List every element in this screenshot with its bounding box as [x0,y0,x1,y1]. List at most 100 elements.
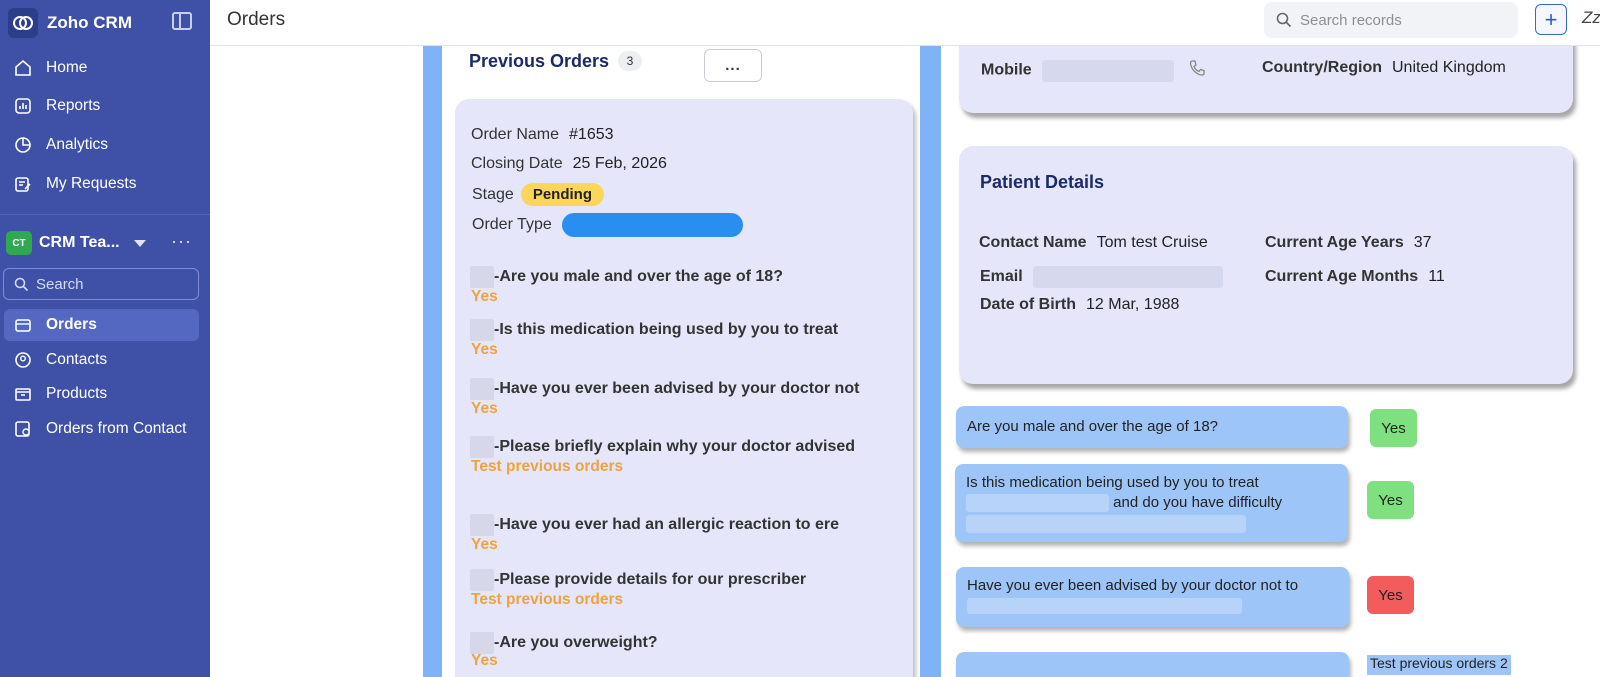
create-new-button[interactable]: + [1535,4,1567,35]
question-number-redacted [470,632,494,654]
sidebar-divider [0,214,210,215]
dob-label: Date of Birth [980,296,1076,313]
sidebar-collapse-icon[interactable] [172,12,192,30]
email-label: Email [980,268,1023,286]
closing-date-value: 25 Feb, 2026 [572,155,667,172]
age-years-value: 37 [1413,234,1432,251]
nav-item-label: My Requests [46,175,137,192]
main-content: Previous Orders 3 ... Order Name #1653 Cl… [210,46,1600,677]
sidebar-search-placeholder: Search [36,275,84,293]
order-type-badge [561,213,743,237]
contact-info-card: Mobile Country/Region United Kingdom [959,46,1573,113]
more-actions-button[interactable]: ... [704,49,762,82]
previous-orders-panel: Previous Orders 3 ... Order Name #1653 Cl… [442,46,920,677]
question-text: -Are you overweight? [494,634,658,652]
question-text: -Have you ever had an allergic reaction … [494,516,840,534]
search-records-input[interactable]: Search records [1264,2,1518,38]
page-title: Orders [227,9,286,30]
previous-orders-count: 3 [618,51,642,71]
answer-question-2-continuation: and do you have difficulty [1113,494,1283,511]
requests-icon [12,173,34,195]
nav-item-reports[interactable]: Reports [4,90,199,122]
orders-from-contact-icon [12,418,34,440]
question-text: -Have you ever been advised by your doct… [494,380,860,398]
closing-date-field: Closing Date 25 Feb, 2026 [471,155,667,173]
nav-item-home[interactable]: Home [4,52,199,84]
question-text: -Please briefly explain why your doctor … [494,438,856,456]
team-badge: CT [6,231,32,255]
mobile-field: Mobile [981,59,1206,82]
answer-question-2-line-1: Is this medication being used by you to … [966,474,1259,491]
phone-icon[interactable] [1188,59,1206,82]
nav-item-my-requests[interactable]: My Requests [4,168,199,200]
question-1: -Are you male and over the age of 18? [470,266,783,288]
email-field: Email [980,266,1223,288]
question-number-redacted [470,569,494,591]
details-column: Mobile Country/Region United Kingdom Pati… [941,46,1600,677]
brand[interactable]: Zoho CRM [8,8,132,38]
chevron-down-icon[interactable] [133,239,146,247]
question-2: -Is this medication being used by you to… [470,319,838,341]
age-years-field: Current Age Years 37 [1265,234,1432,252]
redacted-text [967,598,1242,615]
answer-question-3: Have you ever been advised by your docto… [956,567,1349,627]
answer-1: Yes [471,288,498,305]
mobile-label: Mobile [981,61,1032,79]
answer-question-3-line-1: Have you ever been advised by your docto… [967,577,1299,594]
question-number-redacted [470,266,494,288]
search-icon [14,277,29,291]
nav-item-label: Orders from Contact [46,420,187,437]
sidebar: Zoho CRM Home Reports Analytics My Reque… [0,0,210,677]
home-icon [12,57,34,79]
nav-item-label: Orders [46,316,97,333]
answer-3: Yes [471,400,498,417]
question-number-redacted [470,436,494,458]
nav-item-label: Contacts [46,351,108,368]
nav-item-analytics[interactable]: Analytics [4,129,199,161]
answer-question-2-line-2: and do you have difficulty [966,494,1337,513]
order-name-value[interactable]: #1653 [569,126,614,143]
previous-orders-column: Previous Orders 3 ... Order Name #1653 Cl… [423,46,941,677]
nav-item-orders[interactable]: Orders [4,309,199,341]
contact-name-value[interactable]: Tom test Cruise [1097,234,1208,251]
products-icon [12,383,34,405]
answer-text-4: Test previous orders 2 [1367,655,1511,675]
answer-question-2-line-3 [966,515,1337,534]
stage-field: Stage Pending [472,183,604,206]
stage-label: Stage [472,186,514,203]
team-switcher[interactable]: CT CRM Tea... ··· [6,229,202,257]
answer-badge-2: Yes [1367,481,1414,519]
top-bar: Orders Search records + Zz [210,0,1600,46]
sidebar-search-input[interactable]: Search [3,268,199,300]
search-placeholder: Search records [1300,11,1402,29]
nav-item-products[interactable]: Products [4,378,199,410]
nav-item-orders-from-contact[interactable]: Orders from Contact [4,413,199,445]
nav-item-label: Home [46,59,88,76]
patient-details-card: Patient Details Contact Name Tom test Cru… [959,146,1573,384]
age-months-label: Current Age Months [1265,268,1419,285]
answer-question-1: Are you male and over the age of 18? [956,406,1348,448]
question-number-redacted [470,378,494,400]
answer-question-4 [956,652,1349,677]
patient-details-title: Patient Details [980,172,1105,192]
question-number-redacted [470,514,494,536]
search-icon [1276,12,1292,28]
question-7: -Are you overweight? [470,632,658,654]
nav-item-label: Analytics [46,136,109,153]
answer-4: Test previous orders [471,458,624,475]
nav-item-contacts[interactable]: Contacts [4,344,199,376]
orders-icon [12,314,34,336]
nav-item-label: Products [46,385,108,402]
more-options-icon[interactable]: ··· [171,231,192,252]
analytics-icon [12,134,34,156]
question-6: -Please provide details for our prescrib… [470,569,806,591]
order-name-label: Order Name [471,126,560,143]
country-value: United Kingdom [1392,59,1506,76]
age-years-label: Current Age Years [1265,234,1404,251]
country-field: Country/Region United Kingdom [1262,59,1506,77]
contact-name-field: Contact Name Tom test Cruise [979,234,1208,252]
question-5: -Have you ever had an allergic reaction … [470,514,839,536]
zia-icon[interactable]: Zz [1582,8,1600,28]
age-months-value: 11 [1428,268,1445,285]
answer-badge-3: Yes [1367,576,1414,614]
